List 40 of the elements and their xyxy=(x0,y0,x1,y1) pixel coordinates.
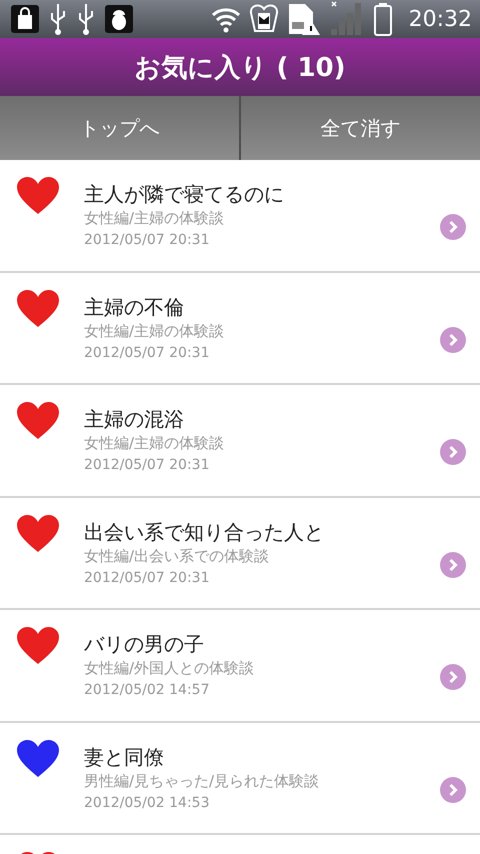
favorite-item[interactable]: 妻と同僚 男性編/見ちゃった/見られた体験談 2012/05/02 14:53 xyxy=(0,722,480,835)
battery-icon xyxy=(372,2,393,36)
item-title: 主婦の混浴 xyxy=(84,406,185,433)
item-title: バリの男の子 xyxy=(84,631,205,658)
favorite-item[interactable]: バリの男の子 女性編/外国人との体験談 2012/05/02 14:57 xyxy=(0,610,480,722)
item-date: 2012/05/02 14:57 xyxy=(84,681,210,700)
sim-warning-icon xyxy=(286,2,321,36)
item-date: 2012/05/07 20:31 xyxy=(84,344,210,362)
item-date: 2012/05/07 20:31 xyxy=(84,456,210,475)
favorite-item[interactable]: 主人が隣で寝てるのに 女性編/主婦の体験談 2012/05/07 20:31 xyxy=(0,160,480,272)
item-date: 2012/05/07 20:31 xyxy=(84,231,210,250)
item-title: 主婦の不倫 xyxy=(84,294,185,320)
usb-icon xyxy=(48,2,68,36)
toolbar-button[interactable]: トップへ xyxy=(0,96,241,160)
favorite-item[interactable]: 主婦の不倫 女性編/主婦の体験談 2012/05/07 20:31 xyxy=(0,272,480,385)
item-title: 主人が隣で寝てるのに xyxy=(84,181,285,208)
item-category: 男性編/見ちゃった/見られた体験談 xyxy=(84,770,320,790)
shopping-bag-icon xyxy=(10,4,40,34)
item-category: 女性編/出会い系での体験談 xyxy=(84,546,270,566)
item-category: 女性編/主婦の体験談 xyxy=(84,320,226,340)
phone-vibrate-icon xyxy=(248,3,279,35)
chevron-right-icon[interactable] xyxy=(440,776,466,802)
item-date: 2012/05/02 14:53 xyxy=(84,794,210,812)
chevron-right-icon[interactable] xyxy=(440,439,466,465)
clock-time: 20:32 xyxy=(408,6,472,32)
screen-title: お気に入り ( 10) xyxy=(134,52,346,84)
usb-icon xyxy=(76,2,96,36)
item-category: 女性編/外国人との体験談 xyxy=(84,658,256,678)
favorite-item[interactable]: 主婦の混浴 女性編/主婦の体験談 2012/05/07 20:31 xyxy=(0,385,480,498)
chevron-right-icon[interactable] xyxy=(440,552,466,578)
chevron-right-icon[interactable] xyxy=(440,214,466,240)
item-category: 女性編/主婦の体験談 xyxy=(84,433,226,453)
item-category: 女性編/主婦の体験談 xyxy=(84,208,226,228)
chevron-right-icon[interactable] xyxy=(440,326,466,352)
toolbar-button[interactable]: 全て消す xyxy=(241,96,480,160)
item-title: 出会い系で知り合った人と xyxy=(84,518,325,546)
item-title: 妻と同僚 xyxy=(84,744,165,770)
item-date: 2012/05/07 20:31 xyxy=(84,568,210,588)
favorite-item[interactable]: 出会い系で知り合った人と 女性編/出会い系での体験談 2012/05/07 20:31 xyxy=(0,498,480,610)
chevron-right-icon[interactable] xyxy=(440,664,466,690)
